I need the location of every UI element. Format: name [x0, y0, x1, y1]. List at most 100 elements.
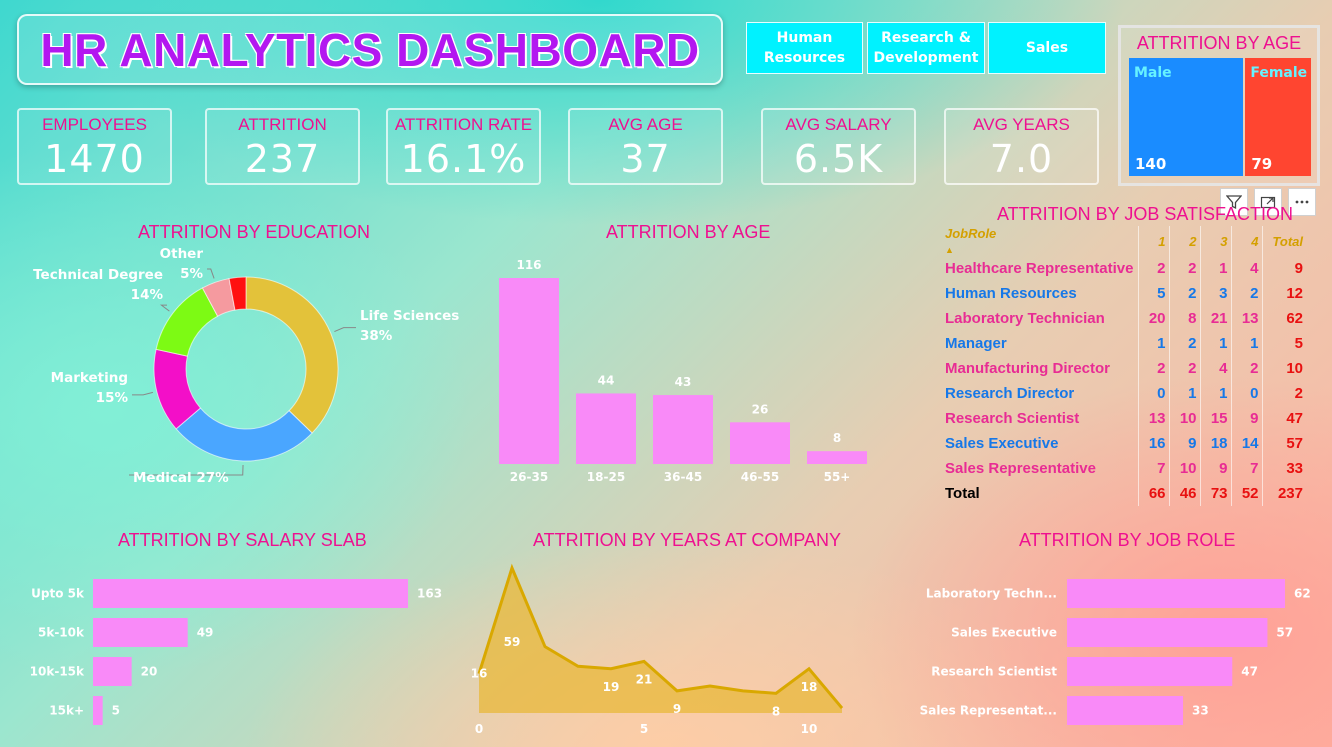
age-bar: [653, 395, 713, 464]
satisfaction-value-cell: 8: [1169, 306, 1201, 331]
donut-label: Life Sciences: [360, 308, 459, 324]
jobrole-bar-data-label: 57: [1276, 626, 1293, 640]
table-row: Laboratory Technician 20 8 21 13 62: [942, 306, 1306, 331]
table-row: Manager 1 2 1 1 5: [942, 331, 1306, 356]
satisfaction-value-cell: 1: [1200, 331, 1232, 356]
satisfaction-value-cell: 3: [1200, 281, 1232, 306]
satisfaction-value-cell: 1: [1169, 381, 1201, 406]
years-point-label: 8: [772, 704, 780, 718]
years-point-label: 16: [471, 667, 488, 681]
job-role-cell: Sales Executive: [942, 431, 1139, 456]
satisfaction-value-cell: 2: [1169, 256, 1201, 281]
jobrole-bar: [1067, 618, 1268, 647]
job-role-cell: Healthcare Representative: [942, 256, 1139, 281]
column-header[interactable]: 2: [1169, 226, 1201, 256]
satisfaction-value-cell: 20: [1138, 306, 1170, 331]
satisfaction-value-cell: 52: [1231, 481, 1263, 506]
column-header-total[interactable]: Total: [1262, 226, 1306, 256]
job-satisfaction-table: JobRole ▲ 1 2 3 4 Total Healthcare Repres…: [942, 226, 1306, 506]
table-row: Human Resources 5 2 3 2 12: [942, 281, 1306, 306]
column-header[interactable]: 4: [1231, 226, 1263, 256]
years-area-fill: [479, 568, 842, 713]
row-total-cell: 33: [1286, 460, 1303, 477]
age-bar: [807, 451, 867, 464]
satisfaction-value-cell: 2: [1138, 356, 1170, 381]
column-header[interactable]: 3: [1200, 226, 1232, 256]
donut-label: Medical 27%: [133, 470, 229, 486]
salary-category-label: Upto 5k: [31, 587, 85, 601]
donut-label: 5%: [180, 266, 203, 282]
salary-category-label: 5k-10k: [38, 626, 85, 640]
jobrole-category-label: Laboratory Techn...: [926, 587, 1057, 601]
salary-bar: [93, 696, 103, 725]
table-row: Healthcare Representative 2 2 1 4 9: [942, 256, 1306, 281]
job-role-cell: Total: [942, 481, 1139, 506]
satisfaction-value-cell: 66: [1138, 481, 1170, 506]
table-row: Manufacturing Director 2 2 4 2 10: [942, 356, 1306, 381]
satisfaction-value-cell: 13: [1138, 406, 1170, 431]
donut-slice: [245, 276, 339, 434]
jobrole-bar: [1067, 657, 1233, 686]
salary-category-label: 10k-15k: [30, 665, 85, 679]
satisfaction-value-cell: 10: [1169, 406, 1201, 431]
satisfaction-value-cell: 7: [1138, 456, 1170, 481]
satisfaction-value-cell: 0: [1138, 381, 1170, 406]
donut-leader-line: [334, 327, 356, 333]
column-header[interactable]: 1: [1138, 226, 1170, 256]
age-tick-label: 26-35: [510, 470, 548, 484]
age-tick-label: 18-25: [587, 470, 625, 484]
years-point-label: 19: [603, 680, 620, 694]
satisfaction-value-cell: 5: [1138, 281, 1170, 306]
satisfaction-value-cell: 9: [1231, 406, 1263, 431]
satisfaction-value-cell: 2: [1169, 331, 1201, 356]
row-total-cell: 237: [1277, 485, 1303, 502]
age-bar: [499, 278, 559, 464]
years-x-tick-label: 5: [640, 722, 648, 736]
table-row: Research Scientist 13 10 15 9 47: [942, 406, 1306, 431]
donut-leader-line: [132, 391, 154, 396]
satisfaction-value-cell: 1: [1231, 331, 1263, 356]
row-total-cell: 2: [1294, 385, 1303, 402]
satisfaction-value-cell: 2: [1169, 281, 1201, 306]
table-row: Sales Representative 7 10 9 7 33: [942, 456, 1306, 481]
donut-label: 15%: [96, 390, 129, 406]
donut-label: Marketing: [51, 370, 128, 386]
row-total-cell: 62: [1286, 310, 1303, 327]
satisfaction-value-cell: 0: [1231, 381, 1263, 406]
table-row: Sales Executive 16 9 18 14 57: [942, 431, 1306, 456]
years-point-label: 21: [636, 672, 653, 686]
satisfaction-value-cell: 9: [1200, 456, 1232, 481]
row-total-cell: 5: [1294, 335, 1303, 352]
satisfaction-value-cell: 46: [1169, 481, 1201, 506]
jobrole-bar: [1067, 579, 1285, 608]
donut-label: 14%: [131, 287, 164, 303]
job-role-cell: Human Resources: [942, 281, 1139, 306]
satisfaction-value-cell: 73: [1200, 481, 1232, 506]
satisfaction-value-cell: 1: [1200, 256, 1232, 281]
sort-asc-icon: ▲: [945, 245, 954, 255]
age-bar: [576, 393, 636, 464]
satisfaction-value-cell: 2: [1138, 256, 1170, 281]
donut-leader-line: [159, 304, 170, 312]
job-role-cell: Research Scientist: [942, 406, 1139, 431]
column-header-jobrole[interactable]: JobRole ▲: [942, 226, 1139, 256]
satisfaction-value-cell: 18: [1200, 431, 1232, 456]
satisfaction-value-cell: 15: [1200, 406, 1232, 431]
job-role-cell: Sales Representative: [942, 456, 1139, 481]
age-bar-data-label: 44: [598, 373, 615, 387]
job-role-cell: Research Director: [942, 381, 1139, 406]
job-role-cell: Manufacturing Director: [942, 356, 1139, 381]
jobrole-bar: [1067, 696, 1184, 725]
salary-category-label: 15k+: [49, 704, 84, 718]
table-header-row: JobRole ▲ 1 2 3 4 Total: [942, 226, 1306, 256]
age-tick-label: 36-45: [664, 470, 702, 484]
years-x-tick-label: 10: [801, 722, 818, 736]
satisfaction-value-cell: 21: [1200, 306, 1232, 331]
salary-bar-data-label: 163: [417, 587, 442, 601]
satisfaction-value-cell: 4: [1200, 356, 1232, 381]
job-role-cell: Manager: [942, 331, 1139, 356]
satisfaction-value-cell: 9: [1169, 431, 1201, 456]
satisfaction-value-cell: 1: [1138, 331, 1170, 356]
age-bar: [730, 422, 790, 464]
satisfaction-value-cell: 13: [1231, 306, 1263, 331]
